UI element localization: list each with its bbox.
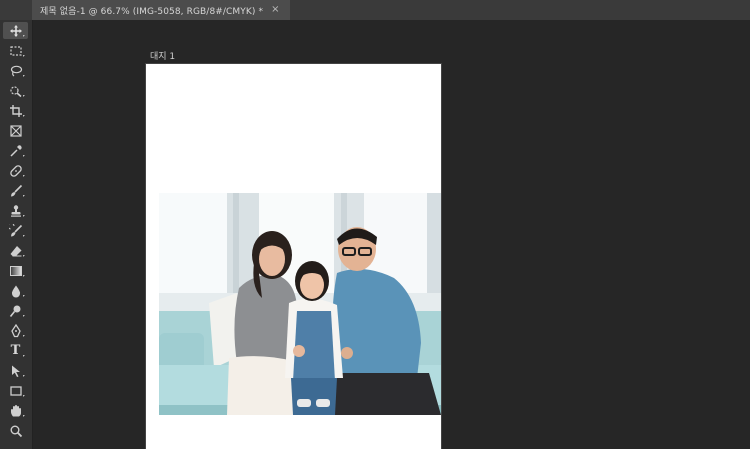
path-selection-tool[interactable] bbox=[3, 362, 28, 379]
history-brush-icon bbox=[8, 223, 22, 236]
tool-group-indicator bbox=[23, 395, 25, 397]
marquee-icon bbox=[9, 45, 22, 56]
path-selection-icon bbox=[11, 365, 20, 377]
eraser-icon bbox=[10, 245, 21, 256]
tool-group-indicator bbox=[23, 375, 25, 377]
healing-brush-tool[interactable] bbox=[3, 162, 28, 179]
tool-group-indicator bbox=[23, 95, 25, 97]
hand-icon bbox=[10, 404, 21, 416]
crop-tool[interactable] bbox=[3, 102, 28, 119]
brush-tool[interactable] bbox=[3, 182, 28, 199]
zoom-icon bbox=[10, 425, 22, 437]
placed-photo-layer[interactable] bbox=[159, 193, 441, 415]
tool-group-indicator bbox=[23, 35, 25, 37]
dodge-icon bbox=[9, 305, 20, 317]
type-tool[interactable]: T bbox=[3, 342, 28, 359]
eyedropper-icon bbox=[9, 144, 22, 157]
tool-group-indicator bbox=[23, 415, 25, 417]
blur-tool[interactable] bbox=[3, 282, 28, 299]
history-brush-tool[interactable] bbox=[3, 222, 28, 239]
crop-icon bbox=[9, 104, 22, 117]
healing-brush-icon bbox=[9, 164, 22, 177]
type-icon: T bbox=[10, 343, 21, 358]
lasso-tool[interactable] bbox=[3, 62, 28, 79]
family-photo-image bbox=[159, 193, 441, 415]
eyedropper-tool[interactable] bbox=[3, 142, 28, 159]
tools-panel: T bbox=[0, 20, 33, 449]
frame-tool[interactable] bbox=[3, 122, 28, 139]
pen-tool[interactable] bbox=[3, 322, 28, 339]
tool-group-indicator bbox=[23, 115, 25, 117]
tool-group-indicator bbox=[23, 75, 25, 77]
tool-group-indicator bbox=[23, 175, 25, 177]
move-tool[interactable] bbox=[3, 22, 28, 39]
hand-tool[interactable] bbox=[3, 402, 28, 419]
rectangle-icon bbox=[9, 385, 22, 396]
tool-group-indicator bbox=[23, 235, 25, 237]
eraser-tool[interactable] bbox=[3, 242, 28, 259]
tool-group-indicator bbox=[23, 295, 25, 297]
close-icon[interactable]: × bbox=[271, 5, 279, 15]
clone-stamp-icon bbox=[10, 204, 21, 217]
lasso-icon bbox=[10, 65, 22, 76]
move-icon bbox=[9, 24, 22, 37]
dodge-tool[interactable] bbox=[3, 302, 28, 319]
tool-group-indicator bbox=[23, 315, 25, 317]
clone-stamp-tool[interactable] bbox=[3, 202, 28, 219]
tool-group-indicator bbox=[23, 155, 25, 157]
gradient-icon bbox=[9, 265, 22, 276]
document-tab-bar: 제목 없음-1 @ 66.7% (IMG-5058, RGB/8#/CMYK) … bbox=[0, 0, 750, 20]
tool-group-indicator bbox=[23, 215, 25, 217]
frame-icon bbox=[9, 124, 22, 137]
marquee-tool[interactable] bbox=[3, 42, 28, 59]
pen-icon bbox=[10, 323, 21, 337]
photoshop-window: 제목 없음-1 @ 66.7% (IMG-5058, RGB/8#/CMYK) … bbox=[0, 0, 750, 449]
gradient-tool[interactable] bbox=[3, 262, 28, 279]
tool-group-indicator bbox=[23, 255, 25, 257]
blur-icon bbox=[11, 285, 20, 297]
quick-selection-icon bbox=[9, 85, 22, 97]
rectangle-tool[interactable] bbox=[3, 382, 28, 399]
document-tab-title: 제목 없음-1 @ 66.7% (IMG-5058, RGB/8#/CMYK) … bbox=[40, 6, 264, 17]
artboard-label[interactable]: 대지 1 bbox=[150, 49, 175, 62]
tool-group-indicator bbox=[23, 55, 25, 57]
brush-icon bbox=[10, 184, 22, 196]
document-tab[interactable]: 제목 없음-1 @ 66.7% (IMG-5058, RGB/8#/CMYK) … bbox=[32, 0, 290, 20]
tool-group-indicator bbox=[23, 355, 25, 357]
tool-group-indicator bbox=[23, 195, 25, 197]
quick-selection-tool[interactable] bbox=[3, 82, 28, 99]
tool-group-indicator bbox=[23, 275, 25, 277]
tool-group-indicator bbox=[23, 335, 25, 337]
zoom-tool[interactable] bbox=[3, 422, 28, 439]
